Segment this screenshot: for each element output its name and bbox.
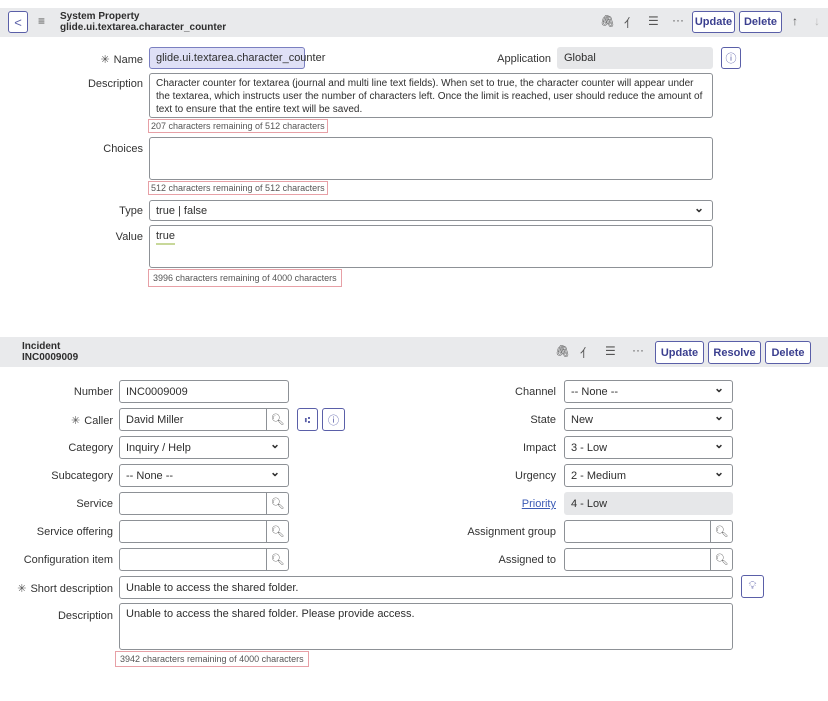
- value-label: Value: [115, 231, 143, 243]
- search-icon[interactable]: 🔍︎: [710, 521, 732, 542]
- hierarchy-icon[interactable]: ⑆: [297, 408, 318, 431]
- impact-label: Impact: [522, 442, 556, 454]
- configuration-item-field[interactable]: 🔍︎: [119, 548, 289, 571]
- application-label: Application: [497, 53, 551, 65]
- number-label: Number: [73, 386, 113, 398]
- info-icon[interactable]: ⓘ: [721, 47, 741, 69]
- next-record-icon[interactable]: ↓: [814, 14, 820, 28]
- search-icon[interactable]: 🔍︎: [710, 549, 732, 570]
- type-label: Type: [119, 205, 143, 217]
- name-field[interactable]: glide.ui.textarea.character_counter: [149, 47, 325, 69]
- choices-label: Choices: [103, 143, 143, 155]
- short-description-field[interactable]: Unable to access the shared folder.: [119, 576, 733, 599]
- service-label: Service: [76, 498, 113, 510]
- property-header: < ≡ System Property glide.ui.textarea.ch…: [0, 8, 828, 37]
- update-button[interactable]: Update: [692, 11, 735, 33]
- assigned-to-field[interactable]: 🔍︎: [564, 548, 733, 571]
- urgency-select[interactable]: 2 - Medium: [564, 464, 733, 487]
- configuration-item-label: Configuration item: [23, 554, 113, 566]
- attachment-icon[interactable]: 🖇: [555, 344, 570, 358]
- record-name: glide.ui.textarea.character_counter: [60, 22, 227, 33]
- settings-icon[interactable]: ☰: [605, 344, 616, 358]
- record-type: Incident: [22, 341, 61, 352]
- caller-field[interactable]: David Miller 🔍︎: [119, 408, 289, 431]
- value-counter: 3996 characters remaining of 4000 charac…: [148, 269, 342, 287]
- search-icon[interactable]: 🔍︎: [266, 521, 288, 542]
- delete-button[interactable]: Delete: [765, 341, 811, 364]
- priority-link[interactable]: Priority: [440, 498, 556, 510]
- lightbulb-icon[interactable]: 💡︎: [741, 575, 764, 598]
- service-offering-label: Service offering: [36, 526, 113, 538]
- assignment-group-field[interactable]: 🔍︎: [564, 520, 733, 543]
- choices-field[interactable]: [149, 137, 713, 180]
- description-counter: 3942 characters remaining of 4000 charac…: [115, 651, 309, 667]
- menu-icon[interactable]: ≡: [38, 14, 45, 28]
- subcategory-label: Subcategory: [51, 470, 113, 482]
- state-label: State: [530, 414, 556, 426]
- description-counter: 207 characters remaining of 512 characte…: [148, 119, 328, 133]
- description-label: Description: [57, 610, 113, 622]
- category-label: Category: [68, 442, 113, 454]
- subcategory-select[interactable]: -- None --: [119, 464, 289, 487]
- impact-select[interactable]: 3 - Low: [564, 436, 733, 459]
- priority-field: 4 - Low: [564, 492, 733, 515]
- assignment-group-label: Assignment group: [467, 526, 556, 538]
- service-offering-field[interactable]: 🔍︎: [119, 520, 289, 543]
- caller-label: ✳ Caller: [71, 415, 113, 427]
- search-icon[interactable]: 🔍︎: [266, 493, 288, 514]
- type-select[interactable]: true | false: [149, 200, 713, 221]
- channel-label: Channel: [515, 386, 556, 398]
- name-label: ✳ Name: [100, 54, 143, 66]
- record-number: INC0009009: [22, 352, 79, 363]
- search-icon[interactable]: 🔍︎: [266, 409, 288, 430]
- delete-button[interactable]: Delete: [739, 11, 782, 33]
- number-field[interactable]: INC0009009: [119, 380, 289, 403]
- assigned-to-label: Assigned to: [498, 554, 556, 566]
- settings-icon[interactable]: ☰: [648, 14, 659, 28]
- category-select[interactable]: Inquiry / Help: [119, 436, 289, 459]
- more-icon[interactable]: ···: [632, 343, 644, 357]
- description-label: Description: [87, 78, 143, 90]
- choices-counter: 512 characters remaining of 512 characte…: [148, 181, 328, 195]
- value-field[interactable]: true: [149, 225, 713, 268]
- resolve-button[interactable]: Resolve: [708, 341, 761, 364]
- previous-record-icon[interactable]: ↑: [792, 14, 798, 28]
- short-description-label: ✳ Short description: [17, 583, 113, 595]
- update-button[interactable]: Update: [655, 341, 704, 364]
- description-field[interactable]: Unable to access the shared folder. Plea…: [119, 603, 733, 650]
- record-type: System Property: [60, 11, 140, 22]
- back-button[interactable]: <: [8, 11, 28, 33]
- channel-select[interactable]: -- None --: [564, 380, 733, 403]
- description-field[interactable]: Character counter for textarea (journal …: [149, 73, 713, 118]
- state-select[interactable]: New: [564, 408, 733, 431]
- search-icon[interactable]: 🔍︎: [266, 549, 288, 570]
- activity-icon[interactable]: ⺅: [624, 14, 636, 31]
- attachment-icon[interactable]: 🖇: [600, 14, 615, 28]
- more-icon[interactable]: ···: [672, 13, 684, 27]
- incident-header: Incident INC0009009 🖇 ⺅ ☰ ··· Update Res…: [0, 337, 828, 367]
- application-field: Global: [557, 47, 713, 69]
- service-field[interactable]: 🔍︎: [119, 492, 289, 515]
- urgency-label: Urgency: [515, 470, 556, 482]
- activity-icon[interactable]: ⺅: [580, 344, 592, 361]
- info-icon[interactable]: ⓘ: [322, 408, 345, 431]
